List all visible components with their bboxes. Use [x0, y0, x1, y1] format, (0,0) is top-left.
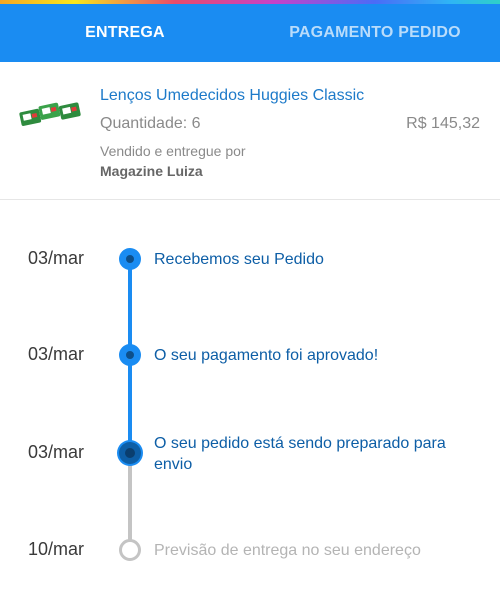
timeline-pending-line: [128, 455, 132, 550]
product-price: R$ 145,32: [406, 115, 480, 132]
timeline-step-text: O seu pedido está sendo preparado para e…: [154, 435, 446, 473]
timeline-step-text: Previsão de entrega no seu endereço: [154, 542, 421, 559]
product-thumbnail: [18, 96, 84, 132]
timeline-date: 03/mar: [28, 248, 85, 268]
timeline-step-text: O seu pagamento foi aprovado!: [154, 347, 379, 364]
seller-name: Magazine Luiza: [100, 163, 203, 179]
tab-entrega[interactable]: ENTREGA: [0, 4, 250, 62]
timeline-date: 03/mar: [28, 442, 85, 462]
timeline-date: 10/mar: [28, 539, 85, 559]
tab-pagamento-pedido[interactable]: PAGAMENTO PEDIDO: [250, 4, 500, 62]
timeline-dot-done-icon: [119, 344, 141, 366]
delivery-timeline: 03/mar Recebemos seu Pedido 03/mar O seu…: [0, 200, 500, 612]
sold-by-label: Vendido e entregue por: [100, 143, 246, 159]
timeline-step-text: Recebemos seu Pedido: [154, 251, 324, 268]
timeline-dot-done-icon: [119, 248, 141, 270]
timeline-dot-pending-icon: [119, 539, 141, 561]
product-card[interactable]: Lenços Umedecidos Huggies Classic Quanti…: [0, 62, 500, 200]
timeline-dot-current-icon: [119, 442, 141, 464]
tab-bar: ENTREGA PAGAMENTO PEDIDO: [0, 4, 500, 62]
timeline-date: 03/mar: [28, 344, 85, 364]
product-title[interactable]: Lenços Umedecidos Huggies Classic: [100, 87, 364, 105]
product-quantity: Quantidade: 6: [100, 115, 201, 132]
